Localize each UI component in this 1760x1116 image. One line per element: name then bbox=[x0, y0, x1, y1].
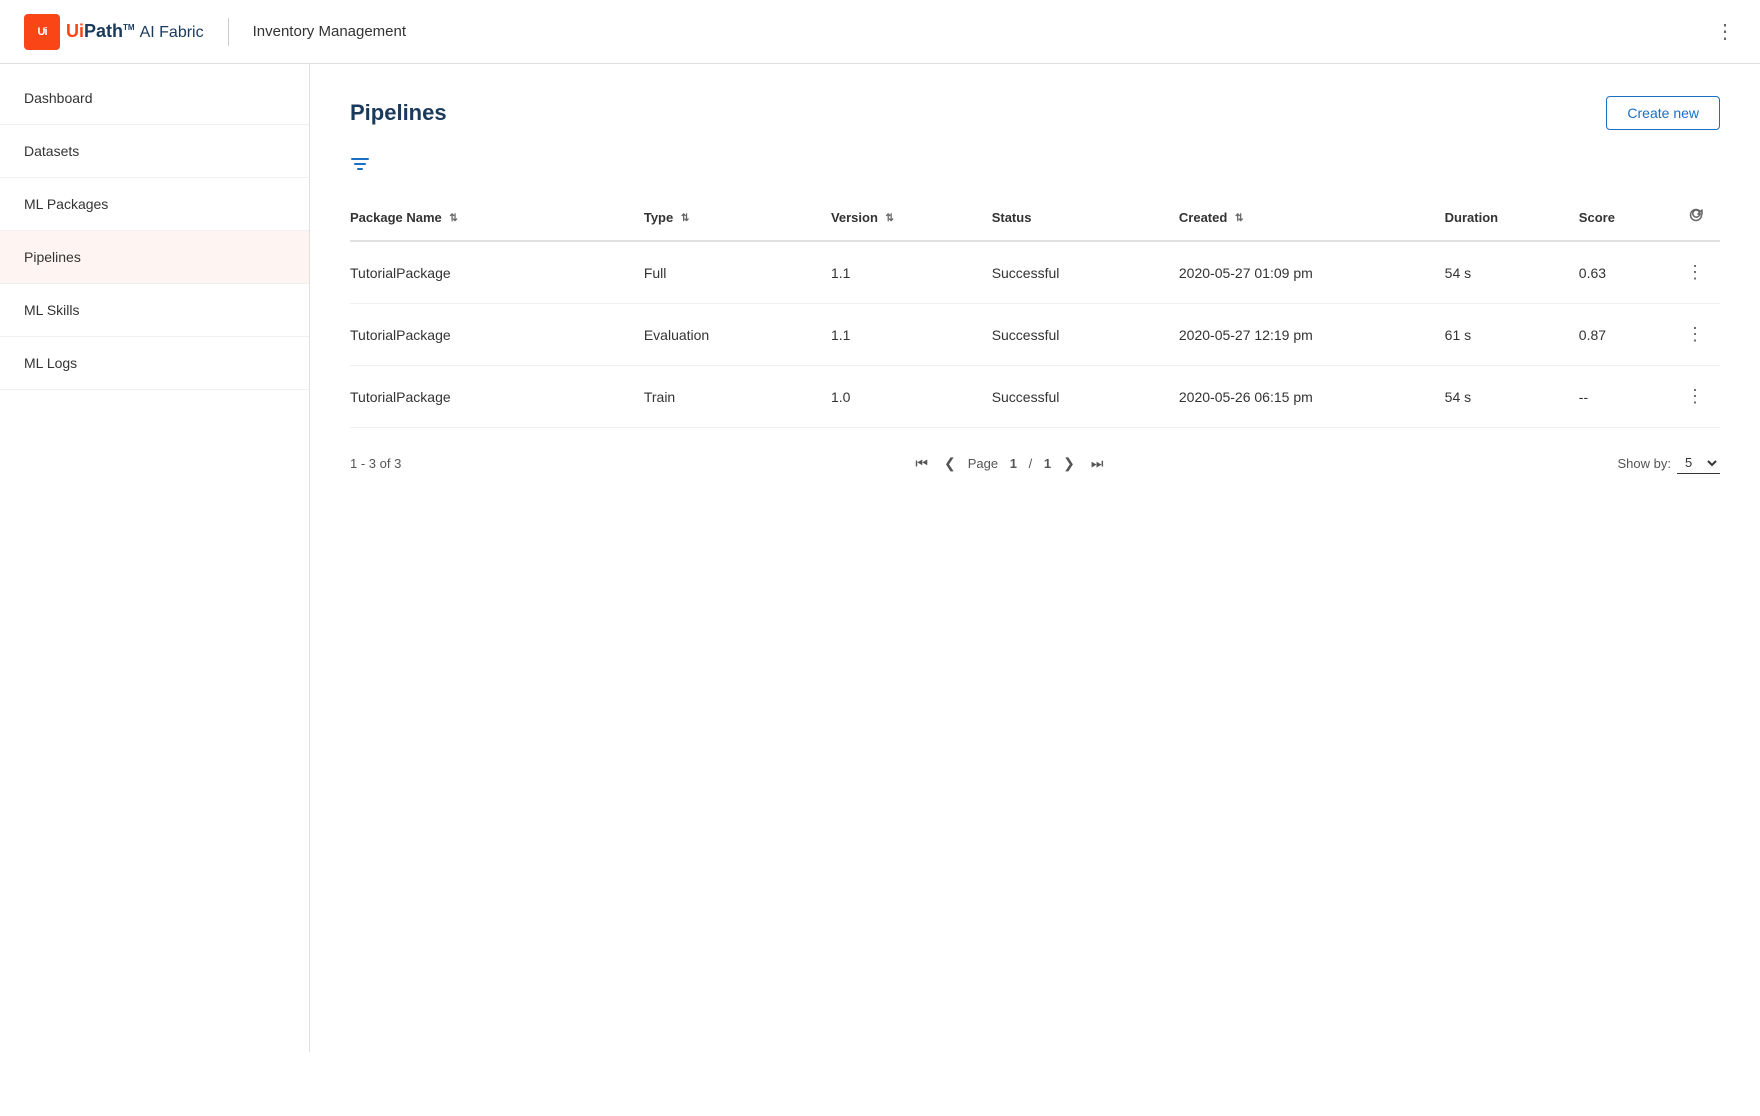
last-page-button[interactable]: ⏭ bbox=[1087, 453, 1108, 474]
show-by: Show by: 5 10 25 50 bbox=[1618, 452, 1720, 474]
cell-version-0: 1.1 bbox=[831, 241, 992, 304]
cell-score-0: 0.63 bbox=[1579, 241, 1686, 304]
pagination-controls: ⏮ ❮ Page 1 / 1 ❯ ⏭ bbox=[911, 453, 1107, 474]
logo-text: UiPathTM AI Fabric bbox=[66, 21, 204, 42]
show-by-label: Show by: bbox=[1618, 456, 1671, 471]
sidebar-label-ml-skills: ML Skills bbox=[24, 302, 80, 318]
sidebar-item-pipelines[interactable]: Pipelines bbox=[0, 231, 309, 284]
layout: Dashboard Datasets ML Packages Pipelines… bbox=[0, 64, 1760, 1052]
row-more-icon-1[interactable]: ⋮ bbox=[1686, 324, 1704, 345]
page-header: Pipelines Create new bbox=[350, 96, 1720, 130]
table-row: TutorialPackage Full 1.1 Successful 2020… bbox=[350, 241, 1720, 304]
cell-package-2: TutorialPackage bbox=[350, 366, 644, 428]
pagination-range: 1 - 3 of 3 bbox=[350, 456, 401, 471]
col-header-created[interactable]: Created ⇅ bbox=[1179, 195, 1445, 241]
cell-duration-2: 54 s bbox=[1445, 366, 1579, 428]
sidebar-label-pipelines: Pipelines bbox=[24, 249, 81, 265]
next-page-button[interactable]: ❯ bbox=[1059, 453, 1079, 474]
logo: Ui UiPathTM AI Fabric bbox=[24, 14, 204, 50]
sort-icon-type: ⇅ bbox=[681, 213, 689, 224]
sort-icon-created: ⇅ bbox=[1235, 213, 1243, 224]
prev-page-button[interactable]: ❮ bbox=[940, 453, 960, 474]
table-header-row: Package Name ⇅ Type ⇅ Version ⇅ Status bbox=[350, 195, 1720, 241]
sidebar-item-ml-packages[interactable]: ML Packages bbox=[0, 178, 309, 231]
cell-score-2: -- bbox=[1579, 366, 1686, 428]
sort-icon-package: ⇅ bbox=[449, 213, 457, 224]
cell-score-1: 0.87 bbox=[1579, 304, 1686, 366]
sidebar-item-dashboard[interactable]: Dashboard bbox=[0, 72, 309, 125]
app-name-text: AI Fabric bbox=[140, 24, 204, 41]
header-divider bbox=[228, 18, 229, 46]
col-header-package-name[interactable]: Package Name ⇅ bbox=[350, 195, 644, 241]
cell-created-2: 2020-05-26 06:15 pm bbox=[1179, 366, 1445, 428]
sidebar-label-ml-logs: ML Logs bbox=[24, 355, 77, 371]
cell-created-1: 2020-05-27 12:19 pm bbox=[1179, 304, 1445, 366]
cell-actions-0: ⋮ bbox=[1686, 241, 1720, 304]
sidebar-label-datasets: Datasets bbox=[24, 143, 79, 159]
col-header-actions bbox=[1686, 195, 1720, 241]
cell-version-1: 1.1 bbox=[831, 304, 992, 366]
cell-duration-0: 54 s bbox=[1445, 241, 1579, 304]
cell-type-0: Full bbox=[644, 241, 831, 304]
header: Ui UiPathTM AI Fabric Inventory Manageme… bbox=[0, 0, 1760, 64]
cell-actions-1: ⋮ bbox=[1686, 304, 1720, 366]
sidebar-label-dashboard: Dashboard bbox=[24, 90, 93, 106]
sidebar-item-datasets[interactable]: Datasets bbox=[0, 125, 309, 178]
col-header-duration: Duration bbox=[1445, 195, 1579, 241]
cell-package-0: TutorialPackage bbox=[350, 241, 644, 304]
pipelines-table: Package Name ⇅ Type ⇅ Version ⇅ Status bbox=[350, 195, 1720, 428]
cell-duration-1: 61 s bbox=[1445, 304, 1579, 366]
page-label: Page bbox=[968, 456, 998, 471]
cell-actions-2: ⋮ bbox=[1686, 366, 1720, 428]
filter-icon[interactable] bbox=[350, 158, 370, 178]
page-info: Page 1 / 1 bbox=[968, 456, 1051, 471]
col-header-version[interactable]: Version ⇅ bbox=[831, 195, 992, 241]
col-header-type[interactable]: Type ⇅ bbox=[644, 195, 831, 241]
table-row: TutorialPackage Train 1.0 Successful 202… bbox=[350, 366, 1720, 428]
show-by-select[interactable]: 5 10 25 50 bbox=[1677, 452, 1720, 474]
table-body: TutorialPackage Full 1.1 Successful 2020… bbox=[350, 241, 1720, 428]
first-page-button[interactable]: ⏮ bbox=[911, 453, 932, 474]
cell-type-2: Train bbox=[644, 366, 831, 428]
logo-icon: Ui bbox=[24, 14, 60, 50]
refresh-icon[interactable] bbox=[1688, 207, 1704, 228]
create-new-button[interactable]: Create new bbox=[1606, 96, 1720, 130]
cell-type-1: Evaluation bbox=[644, 304, 831, 366]
header-left: Ui UiPathTM AI Fabric Inventory Manageme… bbox=[24, 14, 406, 50]
page-sep: / bbox=[1029, 456, 1033, 471]
current-page: 1 bbox=[1010, 456, 1017, 471]
cell-status-2: Successful bbox=[992, 366, 1179, 428]
sidebar: Dashboard Datasets ML Packages Pipelines… bbox=[0, 64, 310, 1052]
cell-version-2: 1.0 bbox=[831, 366, 992, 428]
page-title: Pipelines bbox=[350, 100, 447, 126]
table-row: TutorialPackage Evaluation 1.1 Successfu… bbox=[350, 304, 1720, 366]
row-more-icon-0[interactable]: ⋮ bbox=[1686, 262, 1704, 283]
row-more-icon-2[interactable]: ⋮ bbox=[1686, 386, 1704, 407]
cell-status-0: Successful bbox=[992, 241, 1179, 304]
main-content: Pipelines Create new Package Name bbox=[310, 64, 1760, 1052]
sidebar-label-ml-packages: ML Packages bbox=[24, 196, 108, 212]
cell-status-1: Successful bbox=[992, 304, 1179, 366]
sidebar-item-ml-logs[interactable]: ML Logs bbox=[0, 337, 309, 390]
header-more-icon[interactable]: ⋮ bbox=[1715, 19, 1736, 44]
col-header-score: Score bbox=[1579, 195, 1686, 241]
total-pages: 1 bbox=[1044, 456, 1051, 471]
table-container: Package Name ⇅ Type ⇅ Version ⇅ Status bbox=[350, 195, 1720, 428]
cell-created-0: 2020-05-27 01:09 pm bbox=[1179, 241, 1445, 304]
header-title: Inventory Management bbox=[253, 23, 406, 40]
pagination: 1 - 3 of 3 ⏮ ❮ Page 1 / 1 ❯ ⏭ Show by: 5… bbox=[350, 452, 1720, 474]
sidebar-item-ml-skills[interactable]: ML Skills bbox=[0, 284, 309, 337]
cell-package-1: TutorialPackage bbox=[350, 304, 644, 366]
filter-area bbox=[350, 154, 1720, 179]
col-header-status: Status bbox=[992, 195, 1179, 241]
sort-icon-version: ⇅ bbox=[886, 213, 894, 224]
